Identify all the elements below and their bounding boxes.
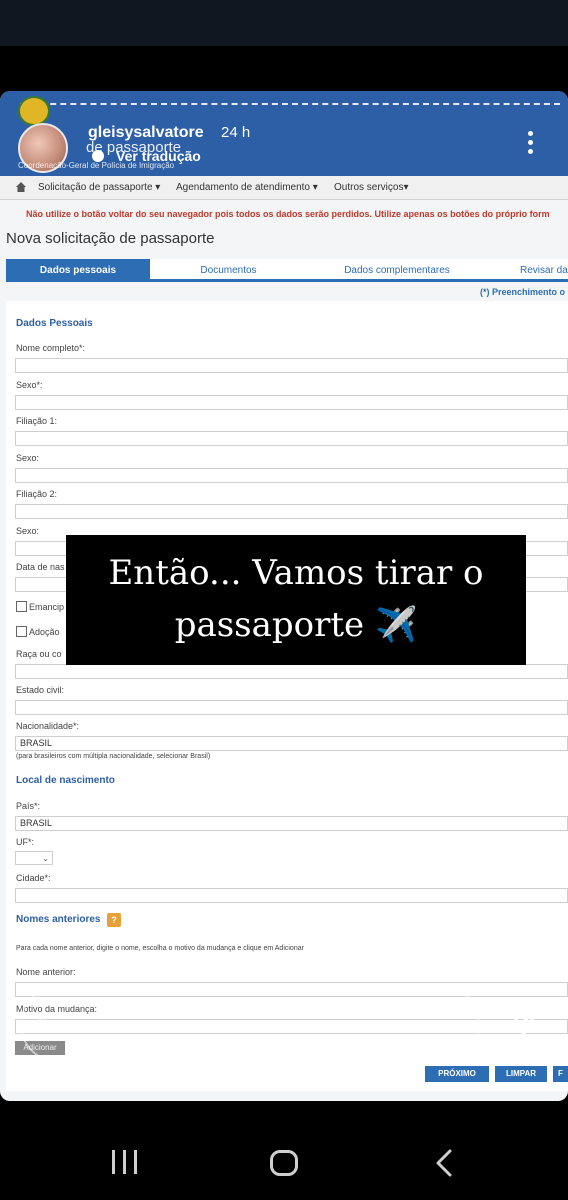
overlay-line-2: passaporte ✈️: [174, 605, 418, 645]
uf-select[interactable]: ⌄: [15, 851, 53, 865]
site-menu-bar: Solicitação de passaporte ▾ Agendamento …: [0, 176, 568, 200]
translate-dot-icon: [92, 150, 104, 162]
label-nome-anterior: Nome anterior:: [16, 967, 76, 977]
police-logo-icon: [18, 96, 50, 126]
back-icon[interactable]: [432, 1148, 456, 1178]
label-filiacao-2: Filiação 2:: [16, 489, 58, 499]
filiacao-1-input[interactable]: [15, 431, 568, 446]
send-icon[interactable]: [506, 1006, 540, 1040]
home-button-icon[interactable]: [270, 1150, 298, 1176]
page-title: Nova solicitação de passaporte: [6, 230, 215, 247]
menu-solicitacao[interactable]: Solicitação de passaporte ▾: [38, 182, 160, 193]
section-nomes-anteriores: Nomes anteriores: [16, 914, 101, 925]
warning-text: Não utilize o botão voltar do seu navega…: [26, 209, 550, 219]
tab-dados-complementares[interactable]: Dados complementares: [306, 259, 488, 282]
sexo-filiacao-1-select[interactable]: [15, 468, 568, 483]
nome-completo-input[interactable]: [15, 358, 568, 373]
label-raca: Raça ou co: [16, 649, 62, 659]
nacionalidade-select[interactable]: BRASIL: [15, 736, 568, 751]
label-pais: País*:: [16, 801, 41, 811]
overlay-line-1: Então... Vamos tirar o: [108, 553, 484, 593]
translate-link[interactable]: Ver tradução: [116, 148, 201, 164]
label-sexo-filiacao-2: Sexo:: [16, 526, 40, 536]
filiacao-2-input[interactable]: [15, 504, 568, 519]
story-time: 24 h: [221, 124, 251, 141]
home-icon[interactable]: [15, 181, 27, 193]
personal-data-form: Dados Pessoais Nome completo*: Sexo*: Fi…: [6, 301, 568, 1091]
help-icon[interactable]: ?: [107, 913, 121, 927]
cidade-select[interactable]: [15, 888, 568, 903]
label-nacionalidade: Nacionalidade*:: [16, 721, 80, 731]
header-divider: [20, 103, 560, 105]
clear-button[interactable]: LIMPAR: [495, 1066, 547, 1082]
menu-agendamento[interactable]: Agendamento de atendimento ▾: [176, 182, 318, 193]
nacionalidade-help: (para brasileiros com múltipla nacionali…: [16, 753, 211, 760]
tab-revisar[interactable]: Revisar da: [506, 259, 568, 282]
menu-outros[interactable]: Outros serviços▾: [334, 182, 408, 193]
label-data-nascimento: Data de nas: [16, 562, 65, 572]
story-overlay-text: Então... Vamos tirar o passaporte ✈️: [66, 535, 526, 665]
extra-button[interactable]: F: [553, 1066, 568, 1082]
label-adocao: Adoção: [29, 627, 60, 637]
tab-dados-pessoais[interactable]: Dados pessoais: [6, 259, 150, 282]
label-cidade: Cidade*:: [16, 873, 51, 883]
required-note: (*) Preenchimento o: [480, 287, 566, 297]
label-uf: UF*:: [16, 837, 34, 847]
label-sexo: Sexo*:: [16, 380, 43, 390]
story-viewer: gleisysalvatore 24 h de passaporte Coord…: [0, 0, 568, 1200]
story-header: gleisysalvatore 24 h de passaporte Coord…: [0, 91, 568, 176]
emancipado-checkbox[interactable]: [16, 601, 27, 612]
label-estado-civil: Estado civil:: [16, 685, 65, 695]
label-nome-completo: Nome completo*:: [16, 343, 86, 353]
more-options-icon[interactable]: [520, 129, 540, 159]
pais-select[interactable]: BRASIL: [15, 816, 568, 831]
adocao-checkbox[interactable]: [16, 626, 27, 637]
chevron-down-icon: ⌄: [42, 854, 49, 863]
section-dados-pessoais: Dados Pessoais: [16, 318, 93, 329]
recent-apps-icon[interactable]: [110, 1150, 140, 1176]
sexo-select[interactable]: [15, 395, 568, 410]
raca-select[interactable]: [15, 664, 568, 679]
message-input[interactable]: Enviar mensagem: [38, 1015, 159, 1032]
nomes-anteriores-help: Para cada nome anterior, digite o nome, …: [16, 945, 304, 952]
estado-civil-select[interactable]: [15, 700, 568, 715]
label-filiacao-1: Filiação 1:: [16, 416, 58, 426]
label-emancipado: Emancip: [29, 602, 65, 612]
system-nav-bar: [0, 1110, 568, 1200]
label-sexo-filiacao-1: Sexo:: [16, 453, 40, 463]
tab-documentos[interactable]: Documentos: [156, 259, 301, 282]
section-local-nascimento: Local de nascimento: [16, 775, 115, 786]
form-tabs: Dados pessoais Documentos Dados compleme…: [6, 259, 568, 282]
status-bar: [0, 0, 568, 46]
next-button[interactable]: PRÓXIMO: [425, 1066, 489, 1082]
